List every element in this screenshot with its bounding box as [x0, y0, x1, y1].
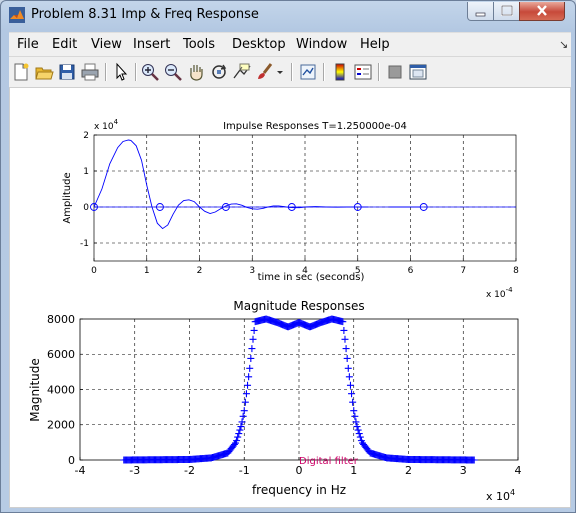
print-icon[interactable] [80, 62, 100, 82]
zoom-out-icon[interactable] [163, 62, 183, 82]
menu-help[interactable]: Help [360, 37, 390, 52]
menu-file[interactable]: File [17, 37, 39, 52]
magnitude-xtick-label: 3 [460, 464, 467, 477]
close-icon [537, 5, 547, 16]
zoom-in-icon[interactable] [140, 62, 160, 82]
impulse-x-exponent-power: -4 [506, 286, 514, 294]
impulse-ytick-label: 2 [83, 131, 89, 141]
matlab-logo-icon [9, 7, 25, 23]
figure-window: Problem 8.31 Imp & Freq Response File Ed… [0, 0, 576, 513]
menu-window[interactable]: Window [296, 37, 347, 52]
magnitude-axes[interactable]: -4 -3 -2 -1 0 1 2 3 402000400060008000 Magnitude… [28, 299, 522, 503]
impulse-xtick-label: 0 [91, 266, 97, 276]
minimize-icon [475, 12, 486, 17]
impulse-xtick-label: 8 [513, 266, 519, 276]
link-plot-icon[interactable] [298, 62, 318, 82]
brush-icon[interactable] [255, 62, 275, 82]
magnitude-ytick-label: 6000 [47, 348, 75, 361]
open-file-icon[interactable] [34, 62, 54, 82]
impulse-y-exponent-base: x 10 [94, 122, 114, 132]
magnitude-xtick-label: -4 [75, 464, 86, 477]
colorbar-icon[interactable] [330, 62, 350, 82]
digital-filter-annotation: Digital filter [299, 456, 359, 467]
impulse-y-exponent-power: 4 [114, 118, 119, 126]
impulse-xlabel: time in sec (seconds) [258, 272, 365, 283]
magnitude-xtick-label: -2 [184, 464, 195, 477]
impulse-ytick-label: 0 [83, 203, 89, 213]
impulse-y-exponent: x 104 [94, 118, 119, 132]
impulse-title: Impulse Responses T=1.250000e-04 [223, 121, 407, 132]
menu-edit[interactable]: Edit [52, 37, 77, 52]
menu-view[interactable]: View [91, 37, 122, 52]
window-title: Problem 8.31 Imp & Freq Response [31, 7, 259, 22]
impulse-xtick-label: 6 [408, 266, 414, 276]
magnitude-xtick-label: 2 [405, 464, 412, 477]
impulse-axes[interactable]: 0 1 2 3 4 5 6 7 8-1012 Impulse Responses T=1.250… [62, 118, 519, 300]
new-figure-icon[interactable] [11, 62, 31, 82]
data-cursor-icon[interactable] [232, 62, 252, 82]
impulse-xtick-label: 3 [249, 266, 255, 276]
minimize-button[interactable] [467, 2, 494, 21]
show-plot-tools-icon[interactable] [408, 62, 428, 82]
magnitude-ylabel: Magnitude [28, 358, 42, 422]
magnitude-x-exponent: x 104 [486, 488, 515, 503]
legend-icon[interactable] [353, 62, 373, 82]
magnitude-ytick-label: 8000 [47, 313, 75, 326]
brush-dropdown-icon[interactable] [275, 62, 285, 82]
impulse-xtick-label: 1 [144, 266, 150, 276]
rotate-3d-icon[interactable] [209, 62, 229, 82]
impulse-ytick-label: 1 [83, 167, 89, 177]
menu-desktop[interactable]: Desktop [232, 37, 286, 52]
magnitude-xtick-label: 4 [515, 464, 522, 477]
hide-plot-tools-icon[interactable] [385, 62, 405, 82]
impulse-ytick-label: -1 [80, 239, 89, 249]
impulse-x-exponent: x 10-4 [486, 286, 513, 300]
magnitude-ytick-label: 2000 [47, 419, 75, 432]
pan-icon[interactable] [186, 62, 206, 82]
magnitude-xtick-label: -1 [239, 464, 250, 477]
magnitude-xtick-label: -3 [129, 464, 140, 477]
magnitude-x-exponent-base: x 10 [486, 490, 510, 503]
magnitude-xlabel: frequency in Hz [252, 483, 346, 497]
close-button[interactable] [519, 2, 565, 21]
figure-canvas: 0 1 2 3 4 5 6 7 8 -1 0 1 2 Impulse Responses T=1.250… [9, 87, 571, 508]
impulse-ylabel: Amplitude [62, 172, 73, 223]
save-icon[interactable] [57, 62, 77, 82]
magnitude-ytick-label: 0 [68, 454, 75, 467]
menu-bar: File Edit View Insert Tools Desktop Wind… [9, 32, 571, 57]
magnitude-ytick-label: 4000 [47, 383, 75, 396]
title-bar[interactable]: Problem 8.31 Imp & Freq Response [1, 1, 575, 31]
impulse-xtick-label: 7 [460, 266, 466, 276]
menu-insert[interactable]: Insert [133, 37, 170, 52]
menu-tools[interactable]: Tools [183, 37, 215, 52]
impulse-xtick-label: 2 [197, 266, 203, 276]
toolbar [9, 56, 571, 88]
magnitude-x-exponent-power: 4 [510, 488, 515, 497]
impulse-x-exponent-base: x 10 [486, 290, 506, 300]
magnitude-title: Magnitude Responses [233, 299, 364, 313]
maximize-icon [501, 5, 513, 16]
pointer-icon[interactable] [111, 62, 131, 82]
maximize-button[interactable] [493, 2, 520, 21]
plot-area: 0 1 2 3 4 5 6 7 8-1012 Impulse Responses T=1.250… [28, 118, 522, 503]
dock-arrow-icon[interactable]: ↘ [559, 38, 568, 51]
